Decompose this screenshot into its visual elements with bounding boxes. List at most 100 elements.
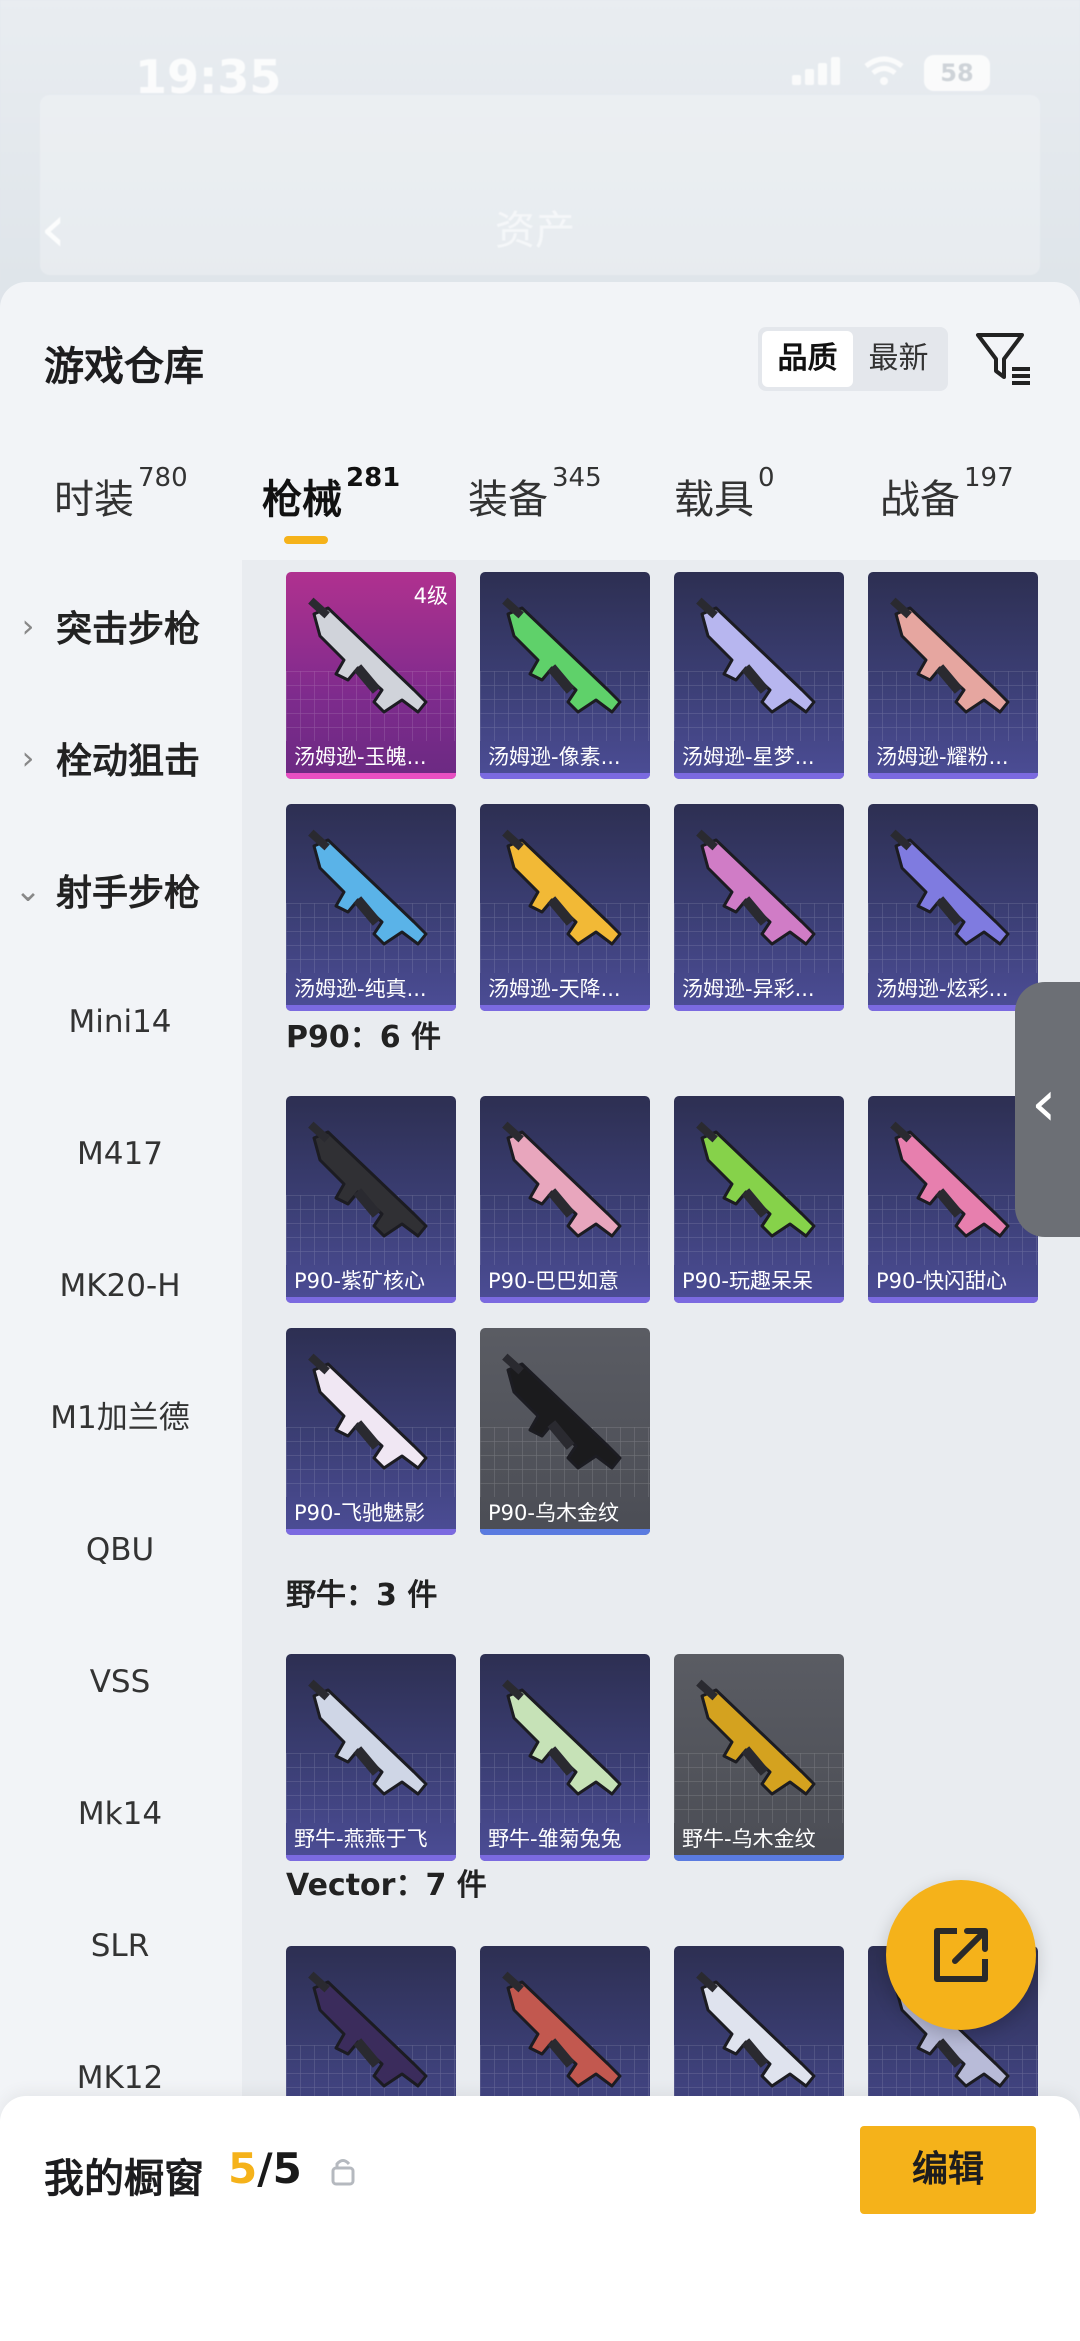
sidebar-item-bolt-sniper[interactable]: › 栓动狙击 (0, 692, 240, 824)
skin-name: P90-乌木金纹 (488, 1501, 619, 1525)
rarity-bar (480, 1855, 650, 1861)
gun-skin-image (696, 597, 816, 714)
gun-skin-image (696, 1971, 816, 2088)
showcase-count: 5/5 (228, 2144, 302, 2193)
active-tab-indicator (284, 536, 328, 544)
sidebar-subitem[interactable]: M1加兰德 (0, 1352, 240, 1484)
sort-latest-button[interactable]: 最新 (853, 331, 944, 387)
skin-name: P90-紫矿核心 (294, 1269, 425, 1293)
sort-quality-button[interactable]: 品质 (762, 331, 853, 387)
tab-vehicles[interactable]: 载具 0 (674, 463, 775, 525)
tab-label: 载具 (674, 477, 754, 523)
sidebar-subitem[interactable]: Mk14 (0, 1748, 240, 1880)
skin-card[interactable]: P90-飞驰魅影 (286, 1328, 456, 1535)
skin-card[interactable]: P90-紫矿核心 (286, 1096, 456, 1303)
skin-name: 野牛-乌木金纹 (682, 1827, 816, 1851)
group-label-bison: 野牛：3 件 (286, 1578, 438, 1613)
skin-name: 汤姆逊-纯真... (294, 977, 427, 1001)
skin-card[interactable]: 汤姆逊-异彩... (674, 804, 844, 1011)
gun-skin-image (696, 1679, 816, 1796)
rarity-bar (674, 1297, 844, 1303)
back-button[interactable]: ‹ (40, 190, 66, 267)
sidebar-item-assault-rifle[interactable]: › 突击步枪 (0, 560, 240, 692)
wifi-icon (864, 56, 904, 90)
sidebar-subitem[interactable]: SLR (0, 1880, 240, 2012)
skin-card[interactable]: 汤姆逊-纯真... (286, 804, 456, 1011)
skin-card[interactable]: 野牛-雏菊兔兔 (480, 1654, 650, 1861)
skin-card[interactable]: 汤姆逊-炫彩... (868, 804, 1038, 1011)
tab-fashion[interactable]: 时装 780 (54, 463, 188, 525)
sidebar-item-label: 栓动狙击 (56, 741, 201, 782)
lock-icon[interactable] (330, 2156, 356, 2193)
gun-skin-image (308, 597, 428, 714)
gun-skin-image (308, 829, 428, 946)
tab-count: 780 (138, 463, 188, 493)
nav-title: 资产 (495, 208, 575, 254)
gun-skin-image (502, 829, 622, 946)
sidebar-subitem[interactable]: M417 (0, 1088, 240, 1220)
side-drawer-handle[interactable]: ‹ (1015, 982, 1080, 1237)
skin-name: 汤姆逊-星梦... (682, 745, 815, 769)
rarity-bar (480, 1297, 650, 1303)
sidebar-item-marksman-rifle[interactable]: ⌄ 射手步枪 (0, 824, 240, 956)
skin-card[interactable]: 汤姆逊-星梦... (674, 572, 844, 779)
skin-name: P90-玩趣呆呆 (682, 1269, 813, 1293)
skin-card[interactable]: P90-乌木金纹 (480, 1328, 650, 1535)
skin-card[interactable]: P90-玩趣呆呆 (674, 1096, 844, 1303)
showcase-total: /5 (257, 2144, 302, 2193)
tab-supplies[interactable]: 战备 197 (880, 463, 1014, 525)
rarity-bar (480, 1005, 650, 1011)
tab-count: 0 (758, 463, 775, 493)
gun-skin-image (502, 1121, 622, 1238)
skin-name: 汤姆逊-玉魄... (294, 745, 427, 769)
edit-button[interactable]: 编辑 (860, 2126, 1036, 2214)
status-icons: 58 (792, 55, 990, 91)
gun-category-sidebar: › 突击步枪 › 栓动狙击 ⌄ 射手步枪 Mini14 M417 MK20-H M1加… (0, 560, 240, 2341)
skin-card[interactable]: 野牛-燕燕于飞 (286, 1654, 456, 1861)
skin-card[interactable]: P90-巴巴如意 (480, 1096, 650, 1303)
skin-name: 汤姆逊-炫彩... (876, 977, 1009, 1001)
status-time: 19:35 (135, 50, 282, 104)
skin-card[interactable]: 汤姆逊-耀粉... (868, 572, 1038, 779)
gun-skin-image (308, 1971, 428, 2088)
skin-card[interactable]: 野牛-乌木金纹 (674, 1654, 844, 1861)
sidebar-subitem[interactable]: QBU (0, 1484, 240, 1616)
tab-equipment[interactable]: 装备 345 (468, 463, 602, 525)
level-badge: 4级 (413, 584, 448, 608)
gun-skin-image (502, 1353, 622, 1470)
rarity-bar (868, 1005, 1038, 1011)
blurred-header: 19:35 58 ‹ 资产 (0, 0, 1080, 290)
rarity-bar (286, 1855, 456, 1861)
rarity-bar (868, 1297, 1038, 1303)
skin-card[interactable]: 汤姆逊-天降... (480, 804, 650, 1011)
gun-skin-image (502, 1679, 622, 1796)
tab-label: 枪械 (262, 477, 342, 523)
skin-name: 汤姆逊-像素... (488, 745, 621, 769)
skin-card[interactable]: P90-快闪甜心 (868, 1096, 1038, 1303)
rarity-bar (674, 1005, 844, 1011)
sidebar-subitem[interactable]: Mini14 (0, 956, 240, 1088)
panel-title: 游戏仓库 (44, 344, 204, 390)
rarity-bar (480, 1529, 650, 1535)
warehouse-panel: 游戏仓库 品质 最新 时装 780 枪械 281 装备 345 载具 0 战备 197 ›… (0, 282, 1080, 2341)
sidebar-subitem[interactable]: MK20-H (0, 1220, 240, 1352)
rarity-bar (286, 773, 456, 779)
rarity-bar (674, 1855, 844, 1861)
sidebar-subitem[interactable]: VSS (0, 1616, 240, 1748)
filter-icon[interactable] (972, 327, 1034, 389)
skin-name: P90-快闪甜心 (876, 1269, 1007, 1293)
group-label-vector: Vector：7 件 (286, 1868, 487, 1903)
rarity-bar (286, 1529, 456, 1535)
skin-grid: P90：6 件 野牛：3 件 Vector：7 件 4级 汤姆逊-玉魄... 汤姆逊… (242, 560, 1080, 2341)
tab-label: 战备 (880, 477, 960, 523)
skin-card[interactable]: 汤姆逊-像素... (480, 572, 650, 779)
signal-icon (792, 57, 844, 89)
chevron-right-icon: › (21, 607, 35, 645)
skin-name: 汤姆逊-天降... (488, 977, 621, 1001)
skin-name: P90-巴巴如意 (488, 1269, 619, 1293)
share-button[interactable] (886, 1880, 1036, 2030)
tab-guns[interactable]: 枪械 281 (262, 463, 400, 525)
gun-skin-image (890, 1121, 1010, 1238)
skin-card[interactable]: 4级汤姆逊-玉魄... (286, 572, 456, 779)
chevron-right-icon: › (21, 739, 35, 777)
